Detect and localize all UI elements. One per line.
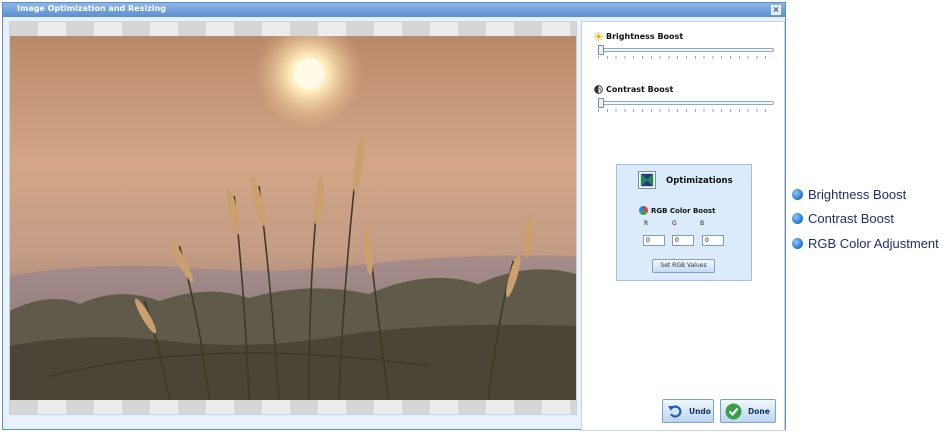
optimizations-logo-icon	[638, 171, 656, 189]
undo-icon	[668, 405, 682, 418]
optimizations-box: Optimizations RGB Color Boost R G B Set …	[616, 164, 752, 281]
legend-item: RGB Color Adjustment	[792, 236, 939, 251]
legend-item: Contrast Boost	[792, 211, 894, 226]
contrast-slider-track[interactable]	[598, 101, 774, 105]
legend-item: Brightness Boost	[792, 187, 906, 202]
title-bar: Image Optimization and Resizing ×	[3, 3, 785, 17]
image-preview-pane	[9, 21, 577, 415]
checkmark-icon	[725, 403, 742, 419]
sun-icon	[594, 32, 603, 41]
optimizations-title: Optimizations	[666, 176, 733, 186]
done-button[interactable]: Done	[720, 399, 776, 423]
brightness-slider-track[interactable]	[598, 48, 774, 52]
red-channel-label: R	[644, 220, 649, 227]
color-wheel-icon	[639, 206, 648, 215]
brightness-control: Brightness Boost	[594, 32, 776, 59]
set-rgb-values-button[interactable]: Set RGB Values	[652, 259, 715, 273]
window-title: Image Optimization and Resizing	[17, 4, 166, 13]
blue-value-input[interactable]	[702, 235, 724, 246]
done-label: Done	[748, 406, 770, 416]
bullet-icon	[792, 238, 803, 249]
contrast-slider-thumb[interactable]	[598, 98, 604, 108]
bullet-icon	[792, 213, 803, 224]
bullet-icon	[792, 189, 803, 200]
contrast-slider-ticks	[598, 109, 774, 112]
filmstrip-bottom	[10, 400, 576, 414]
image-optimization-window: Image Optimization and Resizing × Bright…	[2, 2, 786, 431]
close-button[interactable]: ×	[771, 5, 781, 15]
blue-channel-label: B	[700, 220, 705, 227]
contrast-control: Contrast Boost	[594, 85, 776, 112]
green-value-input[interactable]	[672, 235, 694, 246]
contrast-label: Contrast Boost	[606, 85, 674, 94]
filmstrip-top	[10, 22, 576, 36]
sunset-grass-photo	[10, 36, 576, 400]
brightness-slider-thumb[interactable]	[598, 45, 604, 55]
brightness-slider-ticks	[598, 56, 774, 59]
red-value-input[interactable]	[643, 235, 665, 246]
brightness-label: Brightness Boost	[606, 32, 684, 41]
undo-label: Undo	[689, 406, 711, 416]
rgb-boost-label: RGB Color Boost	[651, 206, 716, 215]
contrast-icon	[594, 85, 603, 94]
adjustment-panel: Brightness Boost Contrast Boost Optimiza…	[581, 21, 785, 431]
green-channel-label: G	[672, 220, 677, 227]
undo-button[interactable]: Undo	[662, 399, 714, 423]
